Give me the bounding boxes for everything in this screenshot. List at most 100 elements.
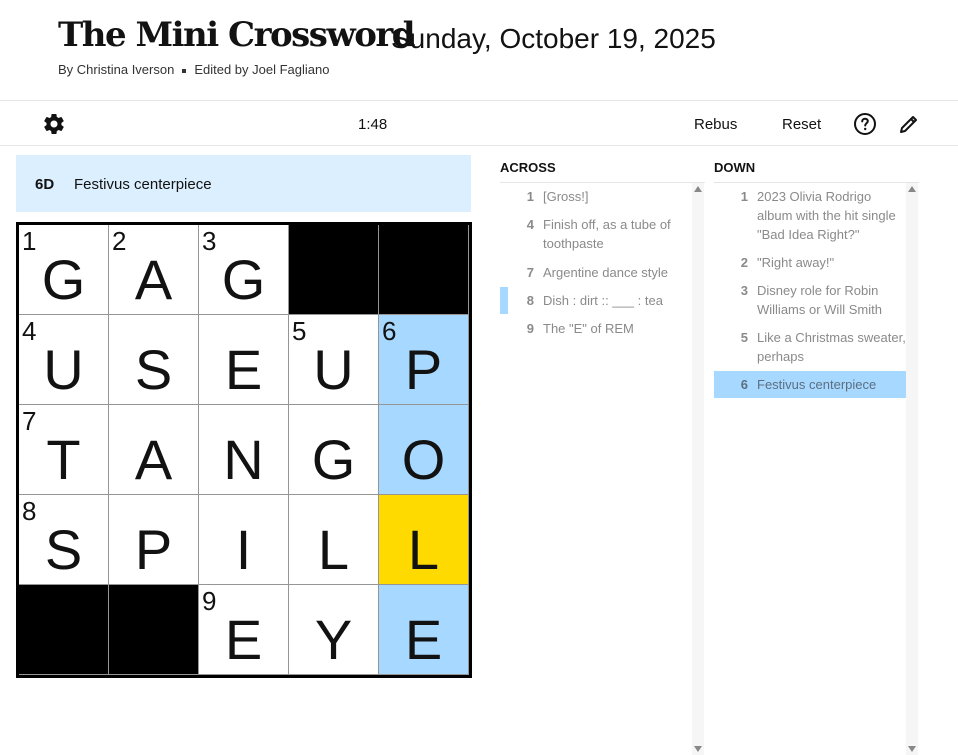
- clue-number: 9: [526, 321, 534, 336]
- cell-letter: E: [404, 608, 443, 671]
- clue-text: The "E" of REM: [543, 321, 634, 336]
- grid-cell[interactable]: P: [109, 495, 199, 585]
- help-icon[interactable]: [853, 112, 877, 136]
- grid-cell[interactable]: O: [379, 405, 469, 495]
- down-clue-item[interactable]: 3 Disney role for Robin Williams or Will …: [714, 281, 906, 319]
- grid-cell[interactable]: 7T: [19, 405, 109, 495]
- grid-cell[interactable]: 6P: [379, 315, 469, 405]
- byline: By Christina Iverson Edited by Joel Fagli…: [58, 62, 329, 78]
- cell-letter: G: [41, 248, 86, 311]
- clue-text: "Right away!": [757, 255, 835, 270]
- cell-letter: U: [43, 338, 84, 401]
- cell-letter: P: [404, 338, 443, 401]
- reset-button[interactable]: Reset: [782, 116, 821, 134]
- grid-cell[interactable]: 8S: [19, 495, 109, 585]
- rebus-button[interactable]: Rebus: [694, 116, 737, 134]
- clue-text: 2023 Olivia Rodrigo album with the hit s…: [757, 189, 896, 242]
- cell-letter: S: [44, 518, 83, 581]
- gear-icon[interactable]: [42, 112, 66, 136]
- grid-cell-block: [19, 585, 109, 675]
- pencil-icon[interactable]: [897, 112, 921, 136]
- author: By Christina Iverson: [58, 62, 175, 77]
- current-clue-number: 6D: [35, 176, 55, 193]
- grid-cell[interactable]: 2A: [109, 225, 199, 315]
- clue-number: 2: [740, 255, 748, 270]
- across-clue-item[interactable]: 1 [Gross!]: [500, 187, 692, 206]
- down-clue-item[interactable]: 1 2023 Olivia Rodrigo album with the hit …: [714, 187, 906, 244]
- cell-letter: E: [224, 338, 263, 401]
- clue-text: Like a Christmas sweater, perhaps: [757, 330, 906, 364]
- scroll-down-arrow-icon[interactable]: [694, 746, 702, 752]
- clue-number: 5: [740, 330, 748, 345]
- grid-cell[interactable]: A: [109, 405, 199, 495]
- editor: Edited by Joel Fagliano: [194, 62, 330, 77]
- cell-letter: A: [134, 248, 173, 311]
- scroll-down-arrow-icon[interactable]: [908, 746, 916, 752]
- across-scrollbar[interactable]: [692, 183, 704, 755]
- across-heading: ACROSS: [500, 160, 556, 175]
- down-heading: DOWN: [714, 160, 756, 175]
- grid-cell-block: [109, 585, 199, 675]
- down-clue-item[interactable]: 2 "Right away!": [714, 253, 906, 272]
- grid-cell[interactable]: Y: [289, 585, 379, 675]
- grid-cell-block: [289, 225, 379, 315]
- down-clue-item[interactable]: 5 Like a Christmas sweater, perhaps: [714, 328, 906, 366]
- clue-text: Finish off, as a tube of toothpaste: [543, 217, 671, 251]
- cell-letter: E: [224, 608, 263, 671]
- clue-number: 6: [740, 377, 748, 392]
- across-clue-item[interactable]: 9 The "E" of REM: [500, 319, 692, 338]
- clue-number: 1: [526, 189, 534, 204]
- clue-text: Dish : dirt :: ___ : tea: [543, 293, 663, 308]
- cell-letter: L: [317, 518, 350, 581]
- cell-letter: P: [134, 518, 173, 581]
- across-clue-list[interactable]: 1 [Gross!] 4 Finish off, as a tube of tooth…: [500, 183, 705, 755]
- grid-cell[interactable]: I: [199, 495, 289, 585]
- across-clue-item[interactable]: 8 Dish : dirt :: ___ : tea: [500, 291, 692, 310]
- toolbar: 1:48 Rebus Reset: [0, 102, 958, 146]
- scroll-up-arrow-icon[interactable]: [694, 186, 702, 192]
- cell-letter: N: [223, 428, 264, 491]
- grid-cell[interactable]: N: [199, 405, 289, 495]
- across-clue-item[interactable]: 4 Finish off, as a tube of toothpaste: [500, 215, 692, 253]
- timer[interactable]: 1:48: [358, 116, 387, 134]
- cell-letter: G: [221, 248, 266, 311]
- puzzle-date: Sunday, October 19, 2025: [391, 23, 716, 54]
- grid-cell[interactable]: E: [379, 585, 469, 675]
- grid-cell[interactable]: 5U: [289, 315, 379, 405]
- crossword-grid[interactable]: 1G2A3G4USE5U6P7TANGO8SPILL9EYE: [16, 222, 472, 678]
- cell-letter: L: [407, 518, 440, 581]
- grid-cell[interactable]: E: [199, 315, 289, 405]
- grid-cell[interactable]: 3G: [199, 225, 289, 315]
- clue-number: 1: [740, 189, 748, 204]
- grid-cell[interactable]: 4U: [19, 315, 109, 405]
- grid-cell[interactable]: L: [379, 495, 469, 585]
- clue-number: 4: [526, 217, 534, 232]
- grid-cell[interactable]: 9E: [199, 585, 289, 675]
- cell-letter: I: [235, 518, 252, 581]
- clue-text: Festivus centerpiece: [757, 377, 877, 392]
- crossing-clue-indicator: [500, 287, 508, 314]
- cell-letter: A: [134, 428, 173, 491]
- current-clue-bar[interactable]: 6D Festivus centerpiece: [16, 155, 471, 212]
- puzzle-title: The Mini Crossword: [58, 15, 416, 55]
- grid-cell[interactable]: L: [289, 495, 379, 585]
- cell-letter: G: [311, 428, 356, 491]
- cell-letter: Y: [314, 608, 353, 671]
- cell-letter: U: [313, 338, 354, 401]
- puzzle-header: The Mini Crossword Sunday, October 19, 2…: [0, 0, 958, 101]
- across-clue-item[interactable]: 7 Argentine dance style: [500, 263, 692, 282]
- grid-cell[interactable]: G: [289, 405, 379, 495]
- grid-cell-block: [379, 225, 469, 315]
- down-clue-list[interactable]: 1 2023 Olivia Rodrigo album with the hit …: [714, 183, 919, 755]
- clue-text: Disney role for Robin Williams or Will S…: [757, 283, 882, 317]
- down-clue-item[interactable]: 6 Festivus centerpiece: [714, 371, 906, 398]
- grid-cell[interactable]: S: [109, 315, 199, 405]
- clue-number: 7: [526, 265, 534, 280]
- grid-cell[interactable]: 1G: [19, 225, 109, 315]
- scroll-up-arrow-icon[interactable]: [908, 186, 916, 192]
- current-clue-text: Festivus centerpiece: [74, 176, 212, 193]
- cell-letter: S: [134, 338, 173, 401]
- clue-number: 3: [740, 283, 748, 298]
- byline-separator: [182, 68, 187, 73]
- down-scrollbar[interactable]: [906, 183, 918, 755]
